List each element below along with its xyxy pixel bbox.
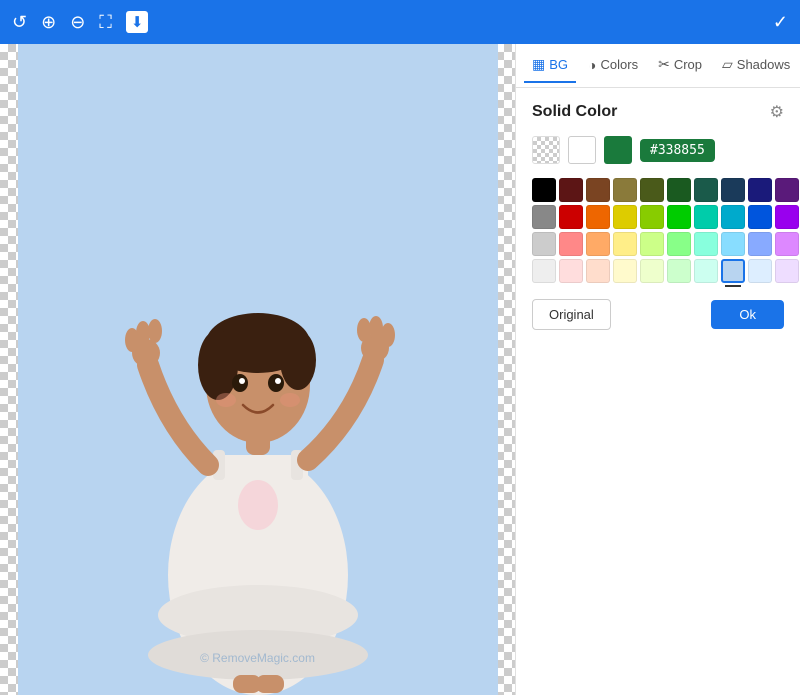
tab-colors-label: Colors: [601, 57, 639, 72]
color-cell[interactable]: [667, 178, 691, 202]
right-panel: ▦ BG ◑ Colors ✂ Crop ▱ Shadows Solid Col…: [515, 44, 800, 695]
color-cell[interactable]: [748, 205, 772, 229]
tab-bg[interactable]: ▦ BG: [524, 48, 576, 83]
color-cell[interactable]: [694, 205, 718, 229]
color-cell[interactable]: [613, 178, 637, 202]
color-cell[interactable]: [559, 178, 583, 202]
color-cell[interactable]: [748, 232, 772, 256]
color-cell[interactable]: [532, 205, 556, 229]
color-cell[interactable]: [775, 205, 799, 229]
original-button[interactable]: Original: [532, 299, 611, 330]
color-cell[interactable]: [640, 205, 664, 229]
shadows-tab-icon: ▱: [722, 56, 733, 73]
section-header: Solid Color ⚙: [532, 102, 784, 122]
green-swatch[interactable]: [604, 136, 632, 164]
color-cell[interactable]: [667, 232, 691, 256]
canvas-area: © RemoveMagic.com: [0, 44, 515, 695]
fit-icon[interactable]: ⛶: [99, 12, 112, 33]
color-cell[interactable]: [694, 178, 718, 202]
tab-bar: ▦ BG ◑ Colors ✂ Crop ▱ Shadows: [516, 44, 800, 88]
toolbar: ↺ ⊕ ⊖ ⛶ ⬇ ✓: [0, 0, 800, 44]
tab-shadows[interactable]: ▱ Shadows: [714, 48, 798, 83]
action-row: Original Ok: [532, 299, 784, 330]
color-cell[interactable]: [694, 259, 718, 283]
color-cell[interactable]: [559, 232, 583, 256]
color-cell[interactable]: [559, 205, 583, 229]
white-swatch[interactable]: [568, 136, 596, 164]
color-cell[interactable]: [748, 178, 772, 202]
color-cell[interactable]: [586, 232, 610, 256]
color-cell[interactable]: [775, 178, 799, 202]
color-cell[interactable]: [640, 259, 664, 283]
main-area: © RemoveMagic.com ▦ BG ◑ Colors ✂ Crop ▱…: [0, 44, 800, 695]
tab-shadows-label: Shadows: [737, 57, 790, 72]
color-cell[interactable]: [748, 259, 772, 283]
subject-image: [88, 75, 428, 695]
color-cell[interactable]: [667, 205, 691, 229]
watermark: © RemoveMagic.com: [200, 651, 315, 665]
color-hex-display[interactable]: #338855: [640, 139, 715, 162]
check-icon[interactable]: ✓: [773, 12, 788, 33]
color-cell[interactable]: [586, 259, 610, 283]
download-icon[interactable]: ⬇: [126, 11, 149, 33]
color-cell[interactable]: [721, 232, 745, 256]
tab-crop-label: Crop: [674, 57, 702, 72]
panel-content: Solid Color ⚙ #338855 Original Ok: [516, 88, 800, 695]
section-title: Solid Color: [532, 103, 617, 121]
transparent-swatch[interactable]: [532, 136, 560, 164]
zoom-out-icon[interactable]: ⊖: [70, 12, 85, 33]
color-cell[interactable]: [667, 259, 691, 283]
image-container: © RemoveMagic.com: [18, 44, 498, 695]
zoom-in-icon[interactable]: ⊕: [41, 12, 56, 33]
colors-tab-icon: ◑: [588, 57, 596, 73]
color-cell[interactable]: [532, 232, 556, 256]
color-cell[interactable]: [532, 178, 556, 202]
crop-tab-icon: ✂: [658, 56, 670, 73]
ok-button[interactable]: Ok: [711, 300, 784, 329]
color-grid: [532, 178, 784, 283]
color-cell[interactable]: [721, 178, 745, 202]
color-cell[interactable]: [613, 232, 637, 256]
tab-bg-label: BG: [549, 57, 568, 72]
tab-crop[interactable]: ✂ Crop: [650, 48, 710, 83]
color-cell[interactable]: [613, 259, 637, 283]
color-cell[interactable]: [721, 205, 745, 229]
color-cell[interactable]: [586, 205, 610, 229]
gear-icon[interactable]: ⚙: [770, 102, 784, 122]
color-cell[interactable]: [775, 232, 799, 256]
toolbar-left: ↺ ⊕ ⊖ ⛶ ⬇: [12, 11, 148, 33]
color-cell[interactable]: [559, 259, 583, 283]
color-cell[interactable]: [613, 205, 637, 229]
tab-colors[interactable]: ◑ Colors: [580, 49, 646, 83]
bg-tab-icon: ▦: [532, 56, 545, 73]
color-cell[interactable]: [721, 259, 745, 283]
toolbar-right: ✓: [773, 12, 788, 33]
color-cell[interactable]: [694, 232, 718, 256]
color-selector-row: #338855: [532, 136, 784, 164]
undo-icon[interactable]: ↺: [12, 12, 27, 33]
color-cell[interactable]: [586, 178, 610, 202]
color-cell[interactable]: [640, 232, 664, 256]
color-cell[interactable]: [640, 178, 664, 202]
color-cell[interactable]: [532, 259, 556, 283]
color-cell[interactable]: [775, 259, 799, 283]
